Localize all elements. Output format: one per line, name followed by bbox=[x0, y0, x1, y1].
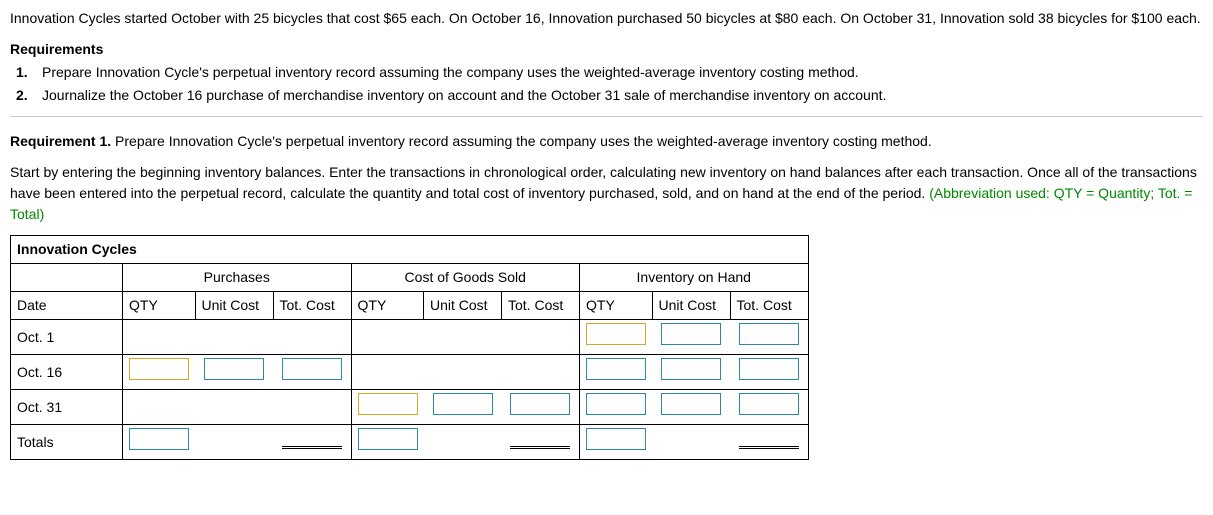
cell-blank bbox=[273, 390, 351, 425]
input-oct16-onhand-totcost[interactable] bbox=[739, 358, 799, 380]
input-totals-purch-qty[interactable] bbox=[129, 428, 189, 450]
date-column-header: Date bbox=[11, 292, 123, 320]
input-oct1-onhand-totcost[interactable] bbox=[739, 323, 799, 345]
requirement-number: 2. bbox=[16, 85, 42, 106]
input-oct1-onhand-qty[interactable] bbox=[586, 323, 646, 345]
requirement-text: Prepare Innovation Cycle's perpetual inv… bbox=[42, 62, 859, 83]
oct31-cogs-unitcost bbox=[424, 390, 502, 425]
totals-purch-tot-underline bbox=[282, 429, 342, 449]
totals-cogs-qty bbox=[351, 425, 424, 460]
purchases-qty-header: QTY bbox=[123, 292, 196, 320]
input-oct31-cogs-totcost[interactable] bbox=[510, 393, 570, 415]
row-date-oct31: Oct. 31 bbox=[11, 390, 123, 425]
cell-blank bbox=[195, 320, 273, 355]
requirements-heading: Requirements bbox=[10, 39, 1203, 60]
input-oct16-onhand-qty[interactable] bbox=[586, 358, 646, 380]
oct31-cogs-totcost bbox=[502, 390, 580, 425]
oct1-onhand-totcost bbox=[730, 320, 808, 355]
requirement-text: Journalize the October 16 purchase of me… bbox=[42, 85, 886, 106]
cogs-unitcost-header: Unit Cost bbox=[424, 292, 502, 320]
requirements-list: 1. Prepare Innovation Cycle's perpetual … bbox=[10, 62, 1203, 106]
instructions: Start by entering the beginning inventor… bbox=[10, 162, 1203, 225]
cell-blank bbox=[502, 355, 580, 390]
section-divider bbox=[10, 116, 1203, 117]
input-oct16-purch-unitcost[interactable] bbox=[204, 358, 264, 380]
requirement-1-rest: Prepare Innovation Cycle's perpetual inv… bbox=[111, 133, 932, 149]
oct16-onhand-totcost bbox=[730, 355, 808, 390]
cell-blank bbox=[195, 390, 273, 425]
totals-purch-totcost bbox=[273, 425, 351, 460]
input-totals-onhand-qty[interactable] bbox=[586, 428, 646, 450]
oct16-onhand-unitcost bbox=[652, 355, 730, 390]
requirement-1-bold: Requirement 1. bbox=[10, 133, 111, 149]
onhand-totcost-header: Tot. Cost bbox=[730, 292, 808, 320]
cell-blank bbox=[195, 425, 273, 460]
purchases-group-header: Purchases bbox=[123, 264, 352, 292]
inventory-table: Innovation Cycles Purchases Cost of Good… bbox=[10, 235, 809, 460]
row-totals: Totals bbox=[11, 425, 123, 460]
cell-blank bbox=[123, 390, 196, 425]
input-oct31-onhand-totcost[interactable] bbox=[739, 393, 799, 415]
oct31-cogs-qty bbox=[351, 390, 424, 425]
oct16-purch-totcost bbox=[273, 355, 351, 390]
oct31-onhand-totcost bbox=[730, 390, 808, 425]
input-oct31-onhand-qty[interactable] bbox=[586, 393, 646, 415]
onhand-qty-header: QTY bbox=[580, 292, 653, 320]
cell-blank bbox=[351, 320, 424, 355]
onhand-unitcost-header: Unit Cost bbox=[652, 292, 730, 320]
cell-blank bbox=[424, 355, 502, 390]
requirement-1-heading: Requirement 1. Prepare Innovation Cycle'… bbox=[10, 131, 1203, 152]
totals-onhand-totcost bbox=[730, 425, 808, 460]
company-name-cell: Innovation Cycles bbox=[11, 236, 809, 264]
oct31-onhand-qty bbox=[580, 390, 653, 425]
input-oct31-cogs-unitcost[interactable] bbox=[433, 393, 493, 415]
totals-cogs-totcost bbox=[502, 425, 580, 460]
requirement-item: 1. Prepare Innovation Cycle's perpetual … bbox=[16, 62, 1203, 83]
row-date-oct1: Oct. 1 bbox=[11, 320, 123, 355]
totals-onhand-qty bbox=[580, 425, 653, 460]
cogs-totcost-header: Tot. Cost bbox=[502, 292, 580, 320]
cell-blank bbox=[424, 425, 502, 460]
row-date-oct16: Oct. 16 bbox=[11, 355, 123, 390]
problem-statement: Innovation Cycles started October with 2… bbox=[10, 8, 1203, 29]
cell-blank bbox=[652, 425, 730, 460]
oct1-onhand-unitcost bbox=[652, 320, 730, 355]
input-oct31-cogs-qty[interactable] bbox=[358, 393, 418, 415]
cell-blank bbox=[424, 320, 502, 355]
cell-blank bbox=[273, 320, 351, 355]
oct16-purch-unitcost bbox=[195, 355, 273, 390]
requirement-number: 1. bbox=[16, 62, 42, 83]
purchases-unitcost-header: Unit Cost bbox=[195, 292, 273, 320]
cogs-group-header: Cost of Goods Sold bbox=[351, 264, 580, 292]
input-oct16-purch-totcost[interactable] bbox=[282, 358, 342, 380]
purchases-totcost-header: Tot. Cost bbox=[273, 292, 351, 320]
cogs-qty-header: QTY bbox=[351, 292, 424, 320]
totals-purch-qty bbox=[123, 425, 196, 460]
input-totals-cogs-qty[interactable] bbox=[358, 428, 418, 450]
oct16-purch-qty bbox=[123, 355, 196, 390]
cell-blank bbox=[351, 355, 424, 390]
oct1-onhand-qty bbox=[580, 320, 653, 355]
blank-header bbox=[11, 264, 123, 292]
oct16-onhand-qty bbox=[580, 355, 653, 390]
input-oct16-onhand-unitcost[interactable] bbox=[661, 358, 721, 380]
input-oct1-onhand-unitcost[interactable] bbox=[661, 323, 721, 345]
input-oct31-onhand-unitcost[interactable] bbox=[661, 393, 721, 415]
requirement-item: 2. Journalize the October 16 purchase of… bbox=[16, 85, 1203, 106]
cell-blank bbox=[502, 320, 580, 355]
input-oct16-purch-qty[interactable] bbox=[129, 358, 189, 380]
totals-cogs-tot-underline bbox=[510, 429, 570, 449]
totals-onhand-tot-underline bbox=[739, 429, 799, 449]
onhand-group-header: Inventory on Hand bbox=[580, 264, 809, 292]
cell-blank bbox=[123, 320, 196, 355]
oct31-onhand-unitcost bbox=[652, 390, 730, 425]
